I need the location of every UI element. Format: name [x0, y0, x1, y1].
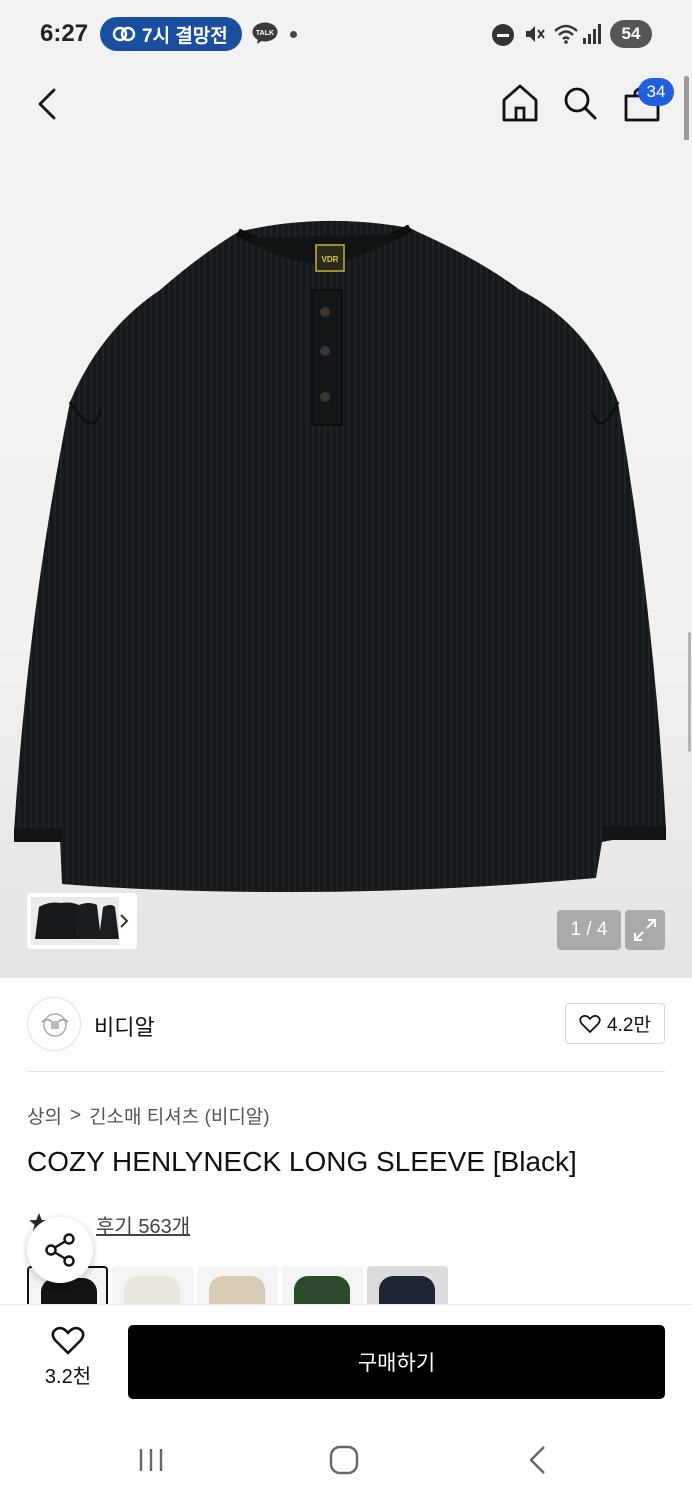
- breadcrumb: 상의 > 긴소매 티셔츠 (비디알): [27, 1102, 270, 1129]
- breadcrumb-subcategory[interactable]: 긴소매 티셔츠 (비디알): [89, 1102, 270, 1129]
- svg-text:TALK: TALK: [256, 30, 274, 37]
- share-button[interactable]: [27, 1217, 93, 1283]
- alarm-pill-label: 7시 결망전: [142, 25, 228, 47]
- battery-indicator: 54: [610, 20, 652, 48]
- search-button[interactable]: [560, 82, 600, 124]
- scrollbar-secondary[interactable]: [688, 632, 691, 752]
- mute-icon: [526, 26, 545, 42]
- scrollbar[interactable]: [684, 76, 689, 150]
- brand-logo[interactable]: [27, 997, 81, 1051]
- brand-like-button[interactable]: 4.2만: [565, 1003, 665, 1044]
- brand-like-count: 4.2만: [607, 1015, 651, 1036]
- breadcrumb-category[interactable]: 상의: [27, 1102, 62, 1129]
- home-button[interactable]: [500, 82, 540, 124]
- cart-count-badge: 34: [638, 78, 674, 106]
- product-title: COZY HENLYNECK LONG SLEEVE [Black]: [27, 1146, 577, 1177]
- breadcrumb-separator: >: [69, 1104, 82, 1126]
- recent-apps-button[interactable]: [136, 1446, 166, 1474]
- buy-button[interactable]: 구매하기: [128, 1325, 665, 1399]
- color-option-beige[interactable]: [197, 1266, 278, 1306]
- color-option-white[interactable]: [112, 1266, 193, 1306]
- wifi-icon: [554, 24, 578, 44]
- system-home-button[interactable]: [328, 1444, 360, 1476]
- share-icon: [45, 1233, 75, 1267]
- divider: [27, 1071, 665, 1072]
- do-not-disturb-icon: [492, 24, 514, 46]
- brand-crest-icon: [41, 1013, 69, 1037]
- wishlist-count: 3.2천: [44, 1366, 92, 1388]
- brand-name[interactable]: 비디알: [94, 1010, 155, 1042]
- heart-icon: [579, 1014, 601, 1033]
- color-option-green[interactable]: [282, 1266, 363, 1306]
- signal-icon: [583, 24, 601, 44]
- heart-icon: [51, 1326, 85, 1355]
- image-thumbnail-strip[interactable]: [27, 893, 137, 949]
- back-button[interactable]: [30, 82, 66, 126]
- system-back-button[interactable]: [526, 1444, 550, 1476]
- svg-text:VDR: VDR: [322, 255, 339, 264]
- image-page-indicator: 1 / 4: [557, 910, 621, 950]
- notification-dot-icon: [290, 31, 297, 38]
- link-icon: [112, 26, 136, 42]
- color-option-navy[interactable]: [367, 1266, 448, 1306]
- expand-image-button[interactable]: [625, 910, 665, 950]
- status-time: 6:27: [40, 20, 89, 47]
- product-image[interactable]: VDR: [0, 140, 692, 978]
- alarm-notification-pill: 7시 결망전: [100, 17, 242, 51]
- review-count-link[interactable]: 후기 563개: [96, 1210, 190, 1239]
- kakaotalk-icon: TALK: [252, 22, 278, 44]
- wishlist-button[interactable]: 3.2천: [30, 1326, 106, 1396]
- black-henley-shirt-image: VDR: [14, 220, 666, 892]
